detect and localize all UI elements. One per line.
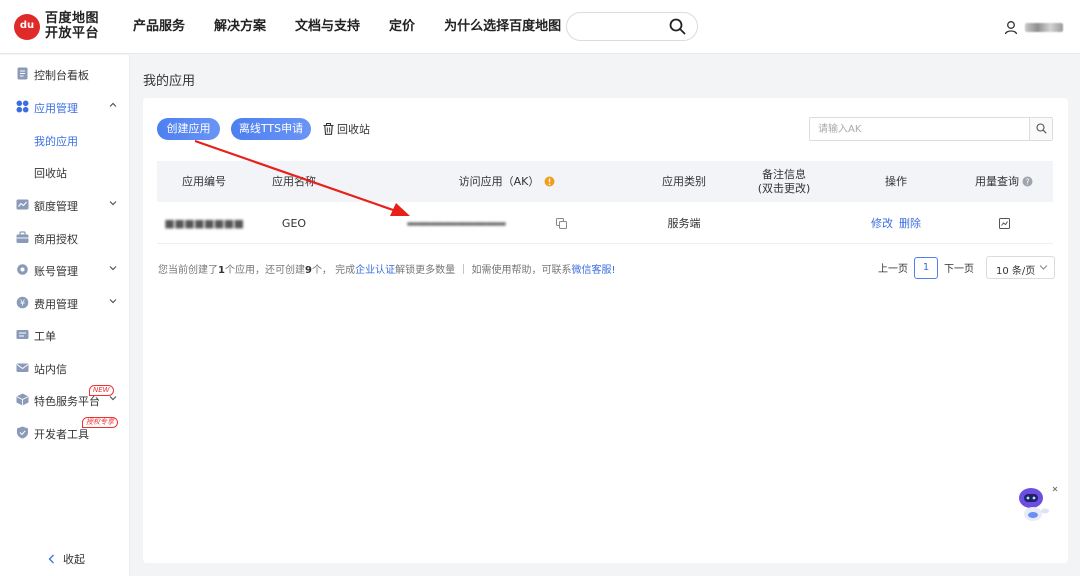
baidu-map-logo[interactable]: du 百度地图 开放平台 bbox=[14, 11, 109, 44]
help-icon[interactable]: ? bbox=[1022, 176, 1033, 187]
page-1-button[interactable]: 1 bbox=[914, 256, 938, 279]
top-navbar: du 百度地图 开放平台 产品服务 解决方案 文档与支持 定价 为什么选择百度地… bbox=[0, 0, 1080, 54]
nav-why-baidu[interactable]: 为什么选择百度地图 bbox=[444, 0, 561, 54]
user-menu[interactable] bbox=[1004, 18, 1063, 36]
cell-app-name: GEO bbox=[281, 216, 307, 230]
usage-chart-icon bbox=[998, 217, 1010, 229]
quota-icon bbox=[16, 199, 29, 210]
wechat-support-link[interactable]: 微信客服! bbox=[571, 265, 615, 276]
cell-note[interactable] bbox=[731, 202, 837, 244]
copy-ak-button[interactable] bbox=[551, 202, 571, 244]
gear-icon bbox=[17, 264, 28, 275]
nav-products[interactable]: 产品服务 bbox=[133, 0, 185, 54]
next-page-button[interactable]: 下一页 bbox=[944, 260, 974, 275]
col-note: 备注信息 (双击更改) bbox=[757, 167, 811, 195]
user-name bbox=[1025, 22, 1063, 32]
apps-card: 创建应用 离线TTS申请 回收站 应用编号 应用名称 访问应用（AK） 应用类别… bbox=[143, 98, 1068, 563]
search-icon[interactable] bbox=[669, 18, 686, 35]
user-icon bbox=[1004, 20, 1018, 34]
sidebar-item-ticket[interactable]: 工单 bbox=[0, 320, 130, 350]
trash-icon bbox=[323, 123, 334, 135]
apps-icon bbox=[16, 100, 29, 113]
chevron-down-icon bbox=[109, 266, 117, 271]
sidebar-item-dashboard[interactable]: 控制台看板 bbox=[0, 59, 130, 89]
shield-icon bbox=[17, 426, 28, 439]
sidebar-item-billing[interactable]: ¥ 费用管理 bbox=[0, 288, 130, 318]
cell-ak: ■■■■■■■■■■■■■■■■■■■■■■■■■■■■■■ bbox=[407, 220, 506, 226]
sidebar-item-inbox[interactable]: 站内信 bbox=[0, 353, 130, 383]
page-size-select[interactable]: 10 条/页 bbox=[986, 256, 1055, 279]
nav-pricing[interactable]: 定价 bbox=[389, 0, 415, 54]
col-category: 应用类别 bbox=[662, 174, 706, 188]
ak-search bbox=[809, 117, 1053, 141]
briefcase-icon bbox=[16, 231, 29, 243]
cell-ops: 修改 删除 bbox=[837, 202, 955, 244]
sidebar-item-app-management[interactable]: 应用管理 bbox=[0, 92, 130, 122]
recycle-bin-link[interactable]: 回收站 bbox=[323, 121, 370, 137]
table-header: 应用编号 应用名称 访问应用（AK） 应用类别 备注信息 (双击更改) 操作 用… bbox=[157, 161, 1053, 202]
mail-icon bbox=[16, 363, 29, 372]
svg-text:¥: ¥ bbox=[20, 298, 25, 307]
delete-app-link[interactable]: 删除 bbox=[899, 215, 921, 231]
assistant-robot-button[interactable] bbox=[1013, 484, 1061, 526]
col-app-name: 应用名称 bbox=[272, 174, 316, 188]
offline-tts-button[interactable]: 离线TTS申请 bbox=[231, 118, 311, 140]
ak-search-button[interactable] bbox=[1029, 118, 1052, 140]
copy-icon bbox=[555, 217, 567, 229]
usage-query-button[interactable] bbox=[955, 202, 1053, 244]
chevron-left-icon bbox=[48, 554, 54, 564]
sidebar: 控制台看板 应用管理 我的应用 回收站 额度管理 商用授权 账号管理 ¥ 费用管… bbox=[0, 55, 130, 576]
sidebar-item-featured-services[interactable]: 特色服务平台 NEW bbox=[0, 385, 130, 415]
edit-app-link[interactable]: 修改 bbox=[871, 215, 893, 231]
prev-page-button[interactable]: 上一页 bbox=[878, 260, 908, 275]
baidu-du-icon: du bbox=[14, 14, 40, 44]
nav-docs[interactable]: 文档与支持 bbox=[295, 0, 360, 54]
svg-text:?: ? bbox=[1025, 177, 1029, 186]
exclusive-badge: 授权专享 bbox=[82, 417, 118, 428]
new-badge: NEW bbox=[89, 385, 114, 396]
sidebar-item-dev-tools[interactable]: 开发者工具 授权专享 bbox=[0, 417, 130, 448]
col-ak: 访问应用（AK） bbox=[337, 161, 677, 202]
cell-category: 服务端 bbox=[667, 217, 701, 230]
col-app-id: 应用编号 bbox=[182, 174, 226, 188]
cell-app-id: ■■■■■■■■ bbox=[164, 216, 244, 230]
nav-solutions[interactable]: 解决方案 bbox=[214, 0, 266, 54]
page-title: 我的应用 bbox=[143, 74, 196, 89]
create-app-button[interactable]: 创建应用 bbox=[157, 118, 220, 140]
ak-search-input[interactable] bbox=[810, 118, 1031, 140]
sidebar-item-account[interactable]: 账号管理 bbox=[0, 255, 130, 285]
sidebar-collapse-button[interactable]: 收起 bbox=[47, 551, 85, 567]
pagination: 上一页 1 下一页 10 条/页 bbox=[878, 256, 1055, 279]
sidebar-item-my-apps[interactable]: 我的应用 bbox=[0, 125, 130, 155]
chevron-down-icon bbox=[109, 201, 117, 206]
robot-icon bbox=[1019, 486, 1058, 521]
info-icon[interactable] bbox=[544, 176, 555, 187]
col-ops: 操作 bbox=[885, 174, 907, 188]
enterprise-cert-link[interactable]: 企业认证 bbox=[355, 265, 395, 276]
sidebar-item-quota[interactable]: 额度管理 bbox=[0, 190, 130, 220]
cube-icon bbox=[16, 393, 29, 406]
global-search[interactable] bbox=[566, 12, 698, 41]
table-row: ■■■■■■■■ GEO ■■■■■■■■■■■■■■■■■■■■■■■■■■■… bbox=[157, 202, 1053, 244]
chevron-down-icon bbox=[1039, 265, 1048, 270]
dashboard-icon bbox=[17, 67, 28, 80]
chevron-up-icon bbox=[109, 102, 117, 107]
quota-info-text: 您当前创建了1个应用，还可创建9个， 完成企业认证解锁更多数量 ｜ 如需使用帮助… bbox=[158, 265, 616, 276]
wallet-icon: ¥ bbox=[16, 296, 29, 309]
chevron-down-icon bbox=[109, 299, 117, 304]
col-usage: 用量查询 ? bbox=[955, 161, 1053, 202]
main-nav: 产品服务 解决方案 文档与支持 定价 为什么选择百度地图 bbox=[133, 0, 590, 54]
search-icon bbox=[1036, 123, 1047, 134]
sidebar-item-commercial[interactable]: 商用授权 bbox=[0, 223, 130, 253]
sidebar-item-recycle-bin[interactable]: 回收站 bbox=[0, 157, 130, 187]
logo-text: 百度地图 开放平台 bbox=[45, 11, 100, 41]
ticket-icon bbox=[16, 330, 29, 339]
